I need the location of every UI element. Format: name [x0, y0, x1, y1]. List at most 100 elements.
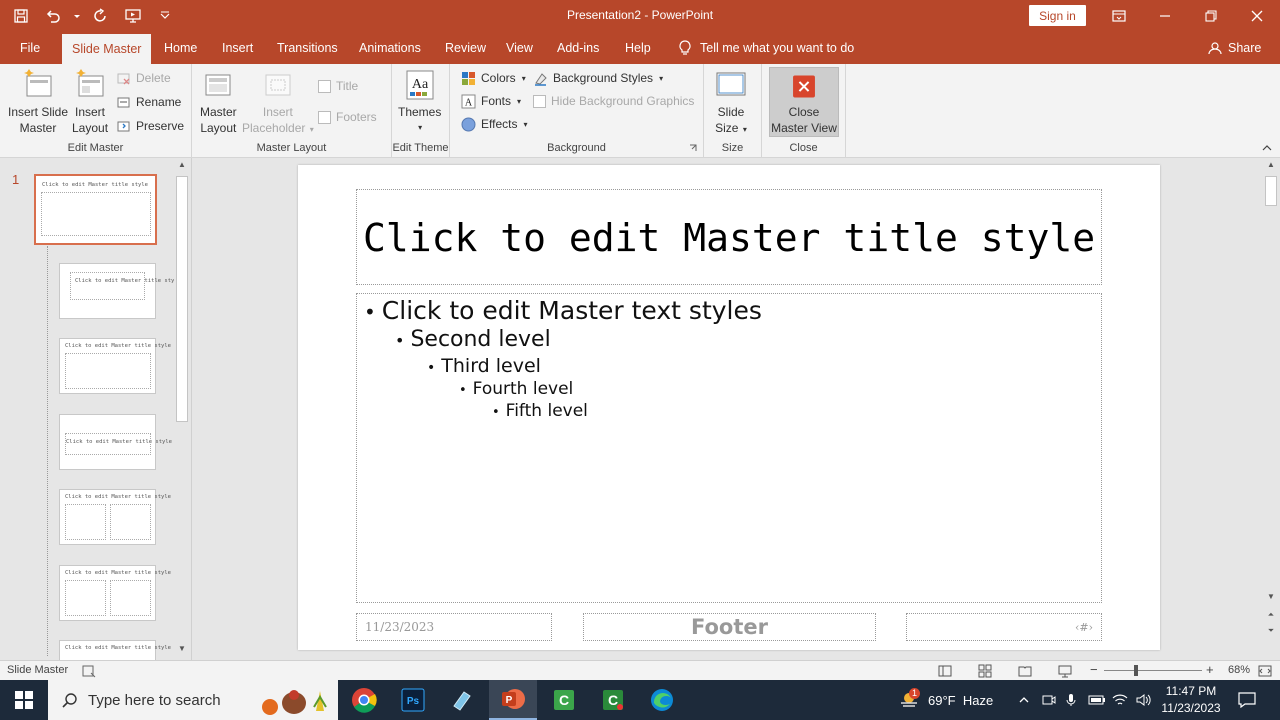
insert-placeholder-label-2: Placeholder ▾ [242, 121, 314, 135]
taskbar-search[interactable]: Type here to search [48, 680, 338, 720]
tab-transitions[interactable]: Transitions [277, 32, 338, 64]
rename-icon [117, 97, 130, 107]
thumbnail-scrollbar[interactable]: ▲ ▼ [174, 158, 190, 660]
slide-size-button[interactable]: Slide Size ▾ [714, 68, 748, 138]
powerpoint-icon: P [502, 689, 525, 709]
close-master-view-button[interactable]: Close Master View [769, 67, 839, 137]
tell-me-search[interactable]: Tell me what you want to do [678, 32, 854, 64]
tab-help[interactable]: Help [625, 32, 651, 64]
thumbnail-title: Click to edit Master title style [65, 570, 171, 576]
collapse-ribbon-icon[interactable] [1262, 144, 1272, 152]
scroll-down-icon[interactable]: ▼ [1264, 592, 1278, 601]
tray-battery[interactable] [1088, 680, 1106, 720]
fit-slide-icon[interactable] [1258, 664, 1272, 678]
tray-microphone[interactable] [1066, 680, 1076, 720]
tab-home[interactable]: Home [164, 32, 197, 64]
share-button[interactable]: Share [1208, 32, 1261, 64]
weather-widget[interactable]: 1 69°F Haze [898, 680, 993, 720]
zoom-slider[interactable] [1104, 670, 1202, 671]
search-placeholder: Type here to search [88, 691, 221, 709]
taskbar-photoshop[interactable]: Ps [389, 680, 437, 720]
slide-sorter-view-icon[interactable] [978, 664, 992, 678]
ribbon-display-options-icon[interactable] [1096, 0, 1142, 32]
background-styles-button[interactable]: Background Styles ▾ [533, 68, 663, 88]
taskbar-chrome[interactable] [340, 680, 388, 720]
background-dialog-launcher-icon[interactable] [689, 144, 697, 152]
scroll-up-icon[interactable]: ▲ [1264, 160, 1278, 169]
scroll-down-icon[interactable]: ▼ [175, 644, 189, 653]
thumbnail-layout-comparison[interactable]: Click to edit Master title style [59, 565, 171, 621]
next-slide-icon[interactable]: ⏷ [1264, 626, 1278, 636]
preserve-button[interactable]: Preserve [116, 116, 184, 136]
effects-button[interactable]: Effects ▾ [461, 114, 527, 134]
notes-icon [453, 691, 471, 711]
system-clock[interactable]: 11:47 PM 11/23/2023 [1156, 683, 1226, 717]
thumbnail-slide-master[interactable]: Click to edit Master title style [34, 174, 157, 245]
body-placeholder[interactable]: • Click to edit Master text styles • Secon… [356, 293, 1102, 603]
footers-checkbox[interactable]: Footers [318, 107, 377, 127]
tray-meet-now[interactable] [1042, 680, 1056, 720]
zoom-in-icon[interactable]: + [1206, 662, 1214, 677]
tray-volume[interactable] [1136, 680, 1152, 720]
minimize-icon[interactable] [1142, 0, 1188, 32]
normal-view-icon[interactable] [938, 664, 952, 678]
slide-show-icon[interactable] [1058, 664, 1072, 678]
thumbnail-layout-title-only[interactable]: Click to edit Master title style [59, 640, 171, 660]
tab-review[interactable]: Review [445, 32, 486, 64]
svg-text:A: A [465, 97, 473, 108]
tab-animations[interactable]: Animations [359, 32, 421, 64]
hide-background-graphics-checkbox[interactable]: Hide Background Graphics [533, 91, 694, 111]
group-label-edit-theme: Edit Theme [392, 142, 449, 154]
date-placeholder[interactable]: 11/23/2023 [356, 613, 552, 641]
thumbnail-layout-title[interactable]: Click to edit Master title style [59, 263, 181, 319]
title-placeholder[interactable]: Click to edit Master title style [356, 189, 1102, 285]
master-layout-button[interactable]: Master Layout [200, 68, 237, 136]
title-checkbox[interactable]: Title [318, 76, 358, 96]
svg-text:Ps: Ps [407, 696, 420, 707]
zoom-slider-thumb[interactable] [1134, 665, 1138, 676]
taskbar-powerpoint[interactable]: P [489, 680, 537, 720]
editor-scroll-thumb[interactable] [1265, 176, 1277, 206]
accessibility-icon[interactable] [82, 664, 96, 678]
thumbnail-layout-title-content[interactable]: Click to edit Master title style [59, 338, 171, 394]
tab-slide-master[interactable]: Slide Master [62, 34, 152, 64]
thumbnail-layout-two-content[interactable]: Click to edit Master title style [59, 489, 171, 545]
restore-icon[interactable] [1188, 0, 1234, 32]
thumbnail-title-box [70, 272, 145, 300]
reading-view-icon[interactable] [1018, 664, 1032, 678]
taskbar-camtasia-recorder[interactable]: C [589, 680, 637, 720]
editor-scrollbar[interactable]: ▲ ▼ ⏶ ⏷ [1262, 158, 1280, 660]
insert-slide-master-button[interactable]: Insert Slide Master [8, 68, 68, 136]
taskbar-camtasia[interactable]: C [540, 680, 588, 720]
taskbar-edge[interactable] [638, 680, 686, 720]
insert-placeholder-button[interactable]: Insert Placeholder ▾ [242, 68, 314, 138]
slide-number-placeholder[interactable]: ‹#› [906, 613, 1102, 641]
start-button[interactable] [0, 680, 48, 720]
notification-center[interactable] [1238, 680, 1256, 720]
sign-in-button[interactable]: Sign in [1029, 5, 1086, 26]
tab-file[interactable]: File [20, 32, 40, 64]
footer-placeholder[interactable]: Footer [583, 613, 876, 641]
slide-size-icon [716, 72, 746, 96]
insert-layout-button[interactable]: Insert Layout [72, 68, 108, 136]
microphone-icon [1066, 694, 1076, 706]
scroll-up-icon[interactable]: ▲ [175, 160, 189, 169]
themes-button[interactable]: Aa Themes ▾ [398, 68, 441, 136]
tray-wifi[interactable] [1112, 680, 1128, 720]
delete-button[interactable]: Delete [116, 68, 171, 88]
tab-view[interactable]: View [506, 32, 533, 64]
close-window-icon[interactable] [1234, 0, 1280, 32]
show-hidden-icons[interactable] [1018, 680, 1030, 720]
previous-slide-icon[interactable]: ⏶ [1264, 610, 1278, 620]
tab-insert[interactable]: Insert [222, 32, 253, 64]
zoom-out-icon[interactable]: − [1090, 662, 1098, 677]
colors-button[interactable]: Colors ▾ [461, 68, 526, 88]
rename-button[interactable]: Rename [116, 92, 181, 112]
taskbar-notes-app[interactable] [438, 680, 486, 720]
fonts-button[interactable]: A Fonts ▾ [461, 91, 521, 111]
thumbnail-layout-section-header[interactable]: Click to edit Master title style [59, 414, 172, 470]
tab-add-ins[interactable]: Add-ins [557, 32, 599, 64]
battery-icon [1088, 695, 1105, 705]
zoom-level[interactable]: 68% [1228, 664, 1250, 676]
thumbnail-scroll-thumb[interactable] [176, 176, 188, 422]
